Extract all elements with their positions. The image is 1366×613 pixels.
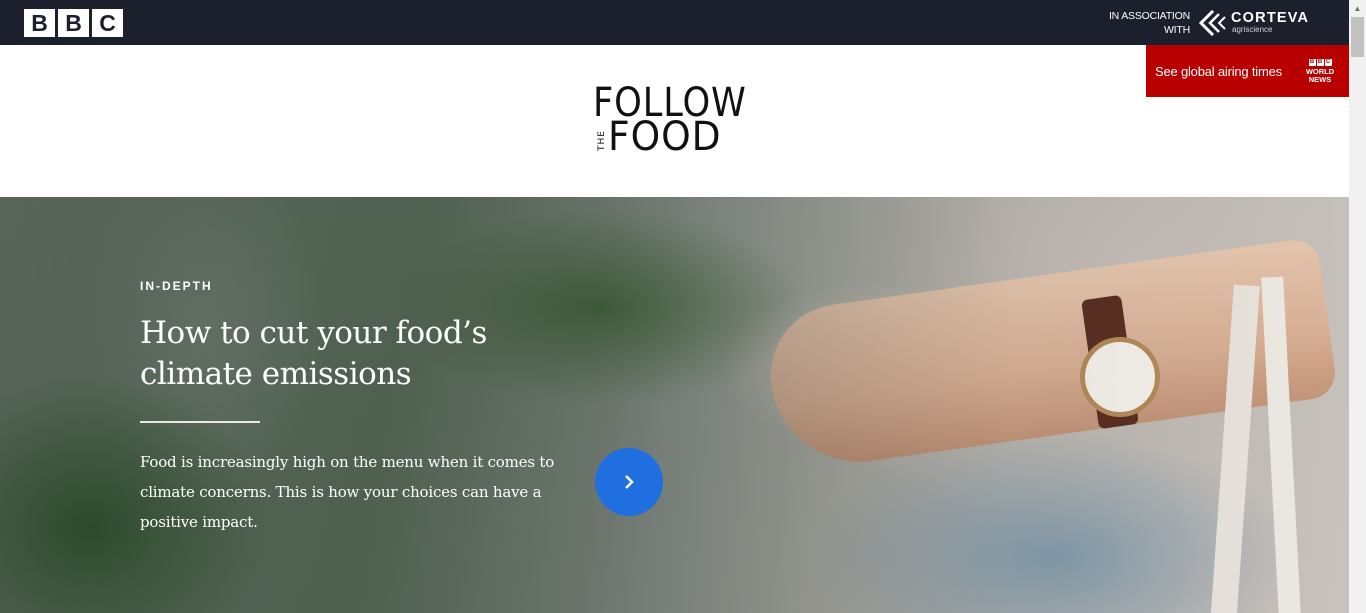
airing-times-label: See global airing times <box>1155 63 1282 79</box>
hero-banner[interactable]: IN-DEPTH How to cut your food’s climate … <box>0 197 1349 613</box>
partner-subtitle: agriscience <box>1232 25 1273 34</box>
global-airing-times-button[interactable]: See global airing times B B C WORLD NEWS <box>1146 45 1349 97</box>
logo-line-food: FOOD <box>608 114 722 160</box>
scrollbar-thumb[interactable] <box>1351 17 1364 57</box>
bbc-logo-letter: B <box>24 9 55 37</box>
article-headline[interactable]: How to cut your food’s climate emissions <box>140 313 560 395</box>
bbc-mini-letter: C <box>1324 59 1332 66</box>
follow-the-food-logo[interactable]: FOLLOW THE FOOD <box>593 83 755 160</box>
scroll-up-arrow-icon[interactable]: ▲ <box>1349 0 1366 17</box>
chevron-right-icon <box>625 475 634 489</box>
read-article-button[interactable] <box>595 448 663 516</box>
headline-divider <box>140 421 260 423</box>
hero-overlay <box>0 197 1349 613</box>
world-news-line: NEWS <box>1308 74 1332 84</box>
page-scrollbar[interactable]: ▲ <box>1349 0 1366 613</box>
logo-the: THE <box>597 130 607 151</box>
article-kicker: IN-DEPTH <box>140 279 213 293</box>
association-label: IN ASSOCIATION WITH <box>1108 10 1190 36</box>
bbc-mini-letter: B <box>1308 59 1316 66</box>
article-summary: Food is increasingly high on the menu wh… <box>140 453 555 531</box>
bbc-logo-letter: B <box>58 9 89 37</box>
top-bar: B B C IN ASSOCIATION WITH CORTEVA agrisc… <box>0 0 1349 45</box>
bbc-logo-letter: C <box>92 9 123 37</box>
bbc-logo[interactable]: B B C <box>24 9 123 37</box>
bbc-mini-letter: B <box>1316 59 1324 66</box>
bbc-world-news-logo: B B C WORLD NEWS <box>1303 59 1337 83</box>
corteva-logo-icon[interactable] <box>1199 10 1227 36</box>
partner-name[interactable]: CORTEVA <box>1231 10 1309 26</box>
